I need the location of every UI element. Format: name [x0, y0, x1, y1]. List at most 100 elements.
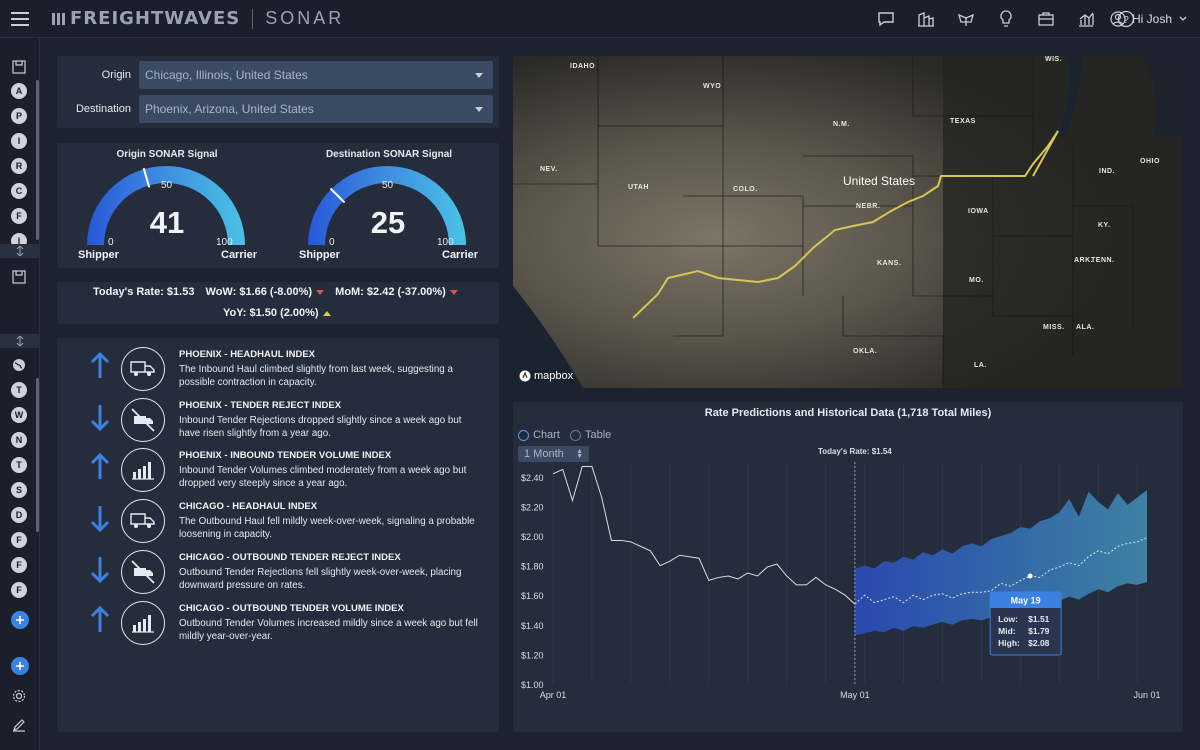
chart-title: Rate Predictions and Historical Data (1,… — [704, 407, 992, 419]
sidebar-scrollbar-2[interactable] — [36, 378, 39, 532]
top-bar: FREIGHTWAVES SONAR ? Hi Josh — [0, 0, 1200, 38]
radio-unchecked-icon — [570, 429, 581, 441]
briefcase-icon[interactable] — [1032, 5, 1060, 33]
chevron-down-icon — [475, 73, 483, 78]
chat-icon[interactable] — [872, 5, 900, 33]
chevron-down-icon — [1179, 16, 1187, 21]
sidebar-shortcut-4[interactable]: C — [11, 183, 27, 199]
gear-icon[interactable] — [10, 687, 28, 705]
down-triangle-icon — [316, 289, 325, 295]
add-button[interactable] — [11, 657, 29, 675]
origin-shipper-label: Shipper — [78, 249, 119, 261]
map-state-label: KANS. — [877, 260, 902, 267]
menu-icon[interactable] — [0, 0, 40, 38]
sidebar-scrollbar[interactable] — [36, 80, 39, 240]
rates-panel: Today's Rate: $1.53 WoW: $1.66 (-8.00%) … — [57, 282, 499, 324]
lane-map[interactable]: IDAHO WYO NEV. UTAH COLO. N.M. NEBR. KANS. OKLA.… — [513, 56, 1183, 388]
radio-checked-icon — [518, 429, 529, 441]
destination-select[interactable]: Phoenix, Arizona, United States — [139, 95, 493, 123]
sidebar-watch-4[interactable]: S — [11, 482, 27, 498]
destination-row: Destination Phoenix, Arizona, United Sta… — [57, 95, 497, 123]
destination-shipper-label: Shipper — [299, 249, 340, 261]
left-sidebar: APIRCFI TWNTSDFFF — [0, 38, 40, 750]
sidebar-shortcut-2[interactable]: I — [11, 133, 27, 149]
destination-gauge-min: 0 — [329, 237, 335, 248]
lane-selector: Origin Chicago, Illinois, United States … — [57, 56, 499, 128]
map-state-label: UTAH — [628, 184, 649, 191]
destination-carrier-label: Carrier — [442, 249, 479, 261]
mapbox-attribution[interactable]: mapbox — [519, 370, 573, 382]
index-description: The Outbound Haul fell mildly week-over-… — [179, 516, 475, 541]
arrow-up-icon — [89, 351, 111, 385]
y-tick-label: $1.60 — [521, 591, 544, 601]
sidebar-watch-1[interactable]: W — [11, 407, 27, 423]
y-tick-label: $1.00 — [521, 680, 544, 690]
sidebar-resize-handle[interactable] — [0, 244, 40, 258]
tooltip-low-value: $1.51 — [1028, 614, 1050, 624]
origin-value: Chicago, Illinois, United States — [145, 68, 308, 82]
today-marker-label: Today's Rate: $1.54 — [818, 447, 892, 456]
sidebar-shortcut-0[interactable]: A — [11, 83, 27, 99]
index-title: CHICAGO - HEADHAUL INDEX — [179, 501, 318, 513]
sidebar-watch-8[interactable]: F — [11, 582, 27, 598]
bar-chart-icon[interactable] — [1072, 5, 1100, 33]
index-title: PHOENIX - HEADHAUL INDEX — [179, 349, 316, 360]
user-menu[interactable]: Hi Josh — [1110, 0, 1188, 38]
saved-lanes-icon[interactable] — [10, 268, 28, 286]
tooltip-high-label: High: — [998, 638, 1020, 648]
view-table-radio[interactable]: Table — [570, 429, 611, 441]
map-state-label: IOWA — [968, 208, 989, 215]
map-state-label: OKLA. — [853, 348, 878, 355]
sidebar-shortcut-3[interactable]: R — [11, 158, 27, 174]
ship-icon[interactable] — [952, 5, 980, 33]
index-insight-row: CHICAGO - OUTBOUND TENDER REJECT INDEX Ou… — [57, 549, 497, 599]
add-watchlist-button[interactable] — [11, 611, 29, 629]
map-state-label: WIS. — [1045, 56, 1063, 63]
x-tick-label: Jun 01 — [1133, 690, 1160, 700]
sidebar-watch-5[interactable]: D — [11, 507, 27, 523]
y-tick-label: $2.20 — [521, 502, 544, 512]
edit-icon[interactable] — [10, 716, 28, 734]
map-state-label: TEXAS — [950, 118, 976, 125]
origin-gauge-mid: 50 — [161, 180, 173, 191]
sidebar-watch-2[interactable]: N — [11, 432, 27, 448]
sonar-signal-panel: Origin SONAR Signal 41 50 0 100 Shipper … — [57, 143, 499, 268]
sidebar-watch-7[interactable]: F — [11, 557, 27, 573]
index-insight-row: CHICAGO - OUTBOUND TENDER VOLUME INDEX Ou… — [57, 600, 497, 650]
y-tick-label: $1.40 — [521, 621, 544, 631]
index-insights-panel: PHOENIX - HEADHAUL INDEX The Inbound Haul… — [57, 338, 499, 732]
index-description: The Inbound Haul climbed slightly from l… — [179, 364, 453, 388]
sidebar-watch-0[interactable]: T — [11, 382, 27, 398]
mapbox-label: mapbox — [534, 370, 574, 382]
origin-select[interactable]: Chicago, Illinois, United States — [139, 61, 493, 89]
tooltip-point — [1027, 573, 1033, 579]
rate-chart-panel: Rate Predictions and Historical Data (1,… — [513, 402, 1183, 732]
sidebar-watch-3[interactable]: T — [11, 457, 27, 473]
arrow-down-icon — [89, 403, 111, 436]
sidebar-watch-6[interactable]: F — [11, 532, 27, 548]
freightwaves-mark-icon — [52, 12, 65, 25]
globe-icon[interactable] — [10, 356, 28, 374]
saved-icon[interactable] — [10, 58, 28, 76]
origin-label: Origin — [101, 69, 131, 81]
destination-gauge-value: 25 — [370, 205, 406, 240]
rate-chart[interactable]: $2.40 $2.20 $2.00 $1.80 $1.60 $1.40 $1.20 $1.00… — [513, 442, 1183, 732]
lightbulb-icon[interactable] — [992, 5, 1020, 33]
index-description: Outbound Tender Volumes increased mildly… — [179, 617, 478, 642]
x-tick-label: May 01 — [840, 690, 870, 700]
buildings-icon[interactable] — [912, 5, 940, 33]
tooltip-date: May 19 — [1011, 596, 1041, 606]
arrow-down-icon — [89, 504, 111, 537]
sidebar-shortcut-1[interactable]: P — [11, 108, 27, 124]
sidebar-shortcut-5[interactable]: F — [11, 208, 27, 224]
map-state-label: NEV. — [540, 166, 558, 173]
sidebar-resize-handle-2[interactable] — [0, 334, 40, 348]
brand-logo[interactable]: FREIGHTWAVES SONAR — [52, 8, 344, 29]
index-description: Inbound Tender Volumes climbed moderatel… — [179, 465, 467, 490]
map-state-label: TENN. — [1091, 257, 1115, 264]
index-description: Outbound Tender Rejections fell slightly… — [179, 566, 462, 591]
view-chart-radio[interactable]: Chart — [518, 429, 560, 441]
origin-row: Origin Chicago, Illinois, United States — [57, 61, 497, 89]
map-state-label: OHIO — [1140, 158, 1160, 165]
down-triangle-icon — [449, 289, 458, 295]
